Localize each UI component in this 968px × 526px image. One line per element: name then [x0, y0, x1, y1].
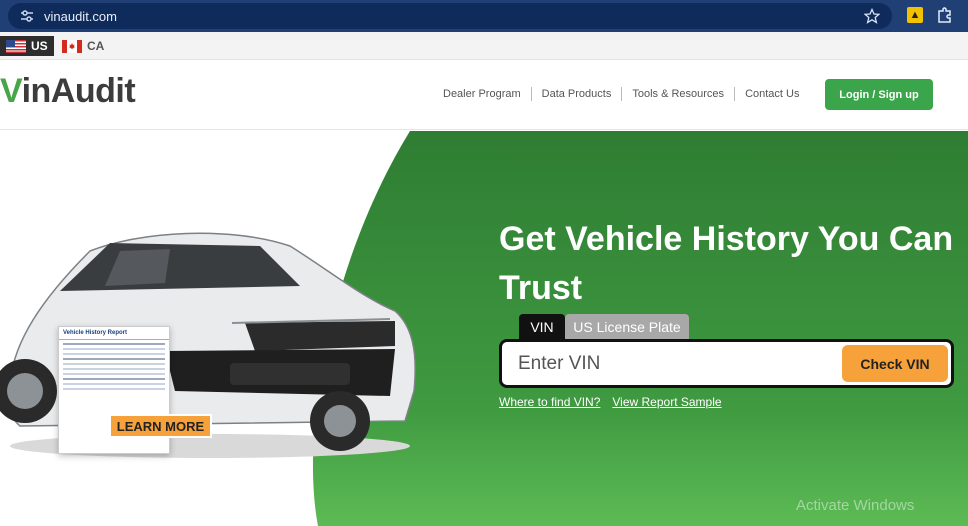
report-line [63, 368, 165, 370]
country-ca-label: CA [87, 39, 105, 53]
country-ca[interactable]: CA [56, 36, 110, 56]
extension-icon[interactable]: ▲ [907, 7, 923, 23]
where-to-find-vin-link[interactable]: Where to find VIN? [499, 395, 600, 409]
learn-more-button[interactable]: LEARN MORE [109, 414, 212, 438]
extensions-puzzle-icon[interactable] [936, 6, 954, 24]
address-bar[interactable]: vinaudit.com [8, 3, 892, 29]
report-line [63, 348, 165, 350]
country-selector-bar: US CA [0, 32, 968, 60]
country-us[interactable]: US [0, 36, 54, 56]
url-text[interactable]: vinaudit.com [44, 9, 117, 24]
report-line [63, 353, 165, 355]
report-line [63, 363, 165, 365]
tab-vin[interactable]: VIN [519, 314, 565, 339]
hero-section: Vehicle History Report LEARN MORE Get Ve… [0, 131, 968, 526]
main-nav: Dealer Program Data Products Tools & Res… [433, 87, 809, 101]
nav-data-products[interactable]: Data Products [532, 87, 623, 101]
view-report-sample-link[interactable]: View Report Sample [612, 395, 721, 409]
us-flag-icon [6, 39, 26, 53]
check-vin-button[interactable]: Check VIN [842, 345, 948, 382]
canada-flag-icon [62, 39, 82, 53]
nav-contact-us[interactable]: Contact Us [735, 87, 809, 101]
report-line [63, 358, 165, 360]
hero-links: Where to find VIN? View Report Sample [499, 395, 722, 409]
country-us-label: US [31, 39, 48, 53]
report-line [63, 378, 165, 380]
report-title: Vehicle History Report [59, 327, 169, 340]
report-line [63, 373, 165, 375]
tab-us-license-plate[interactable]: US License Plate [565, 314, 689, 339]
site-header: VinAudit Dealer Program Data Products To… [0, 60, 968, 130]
report-line [63, 388, 165, 390]
bookmark-star-icon[interactable] [864, 8, 880, 24]
report-line [63, 383, 165, 385]
activate-windows-watermark: Activate Windows [796, 497, 915, 514]
logo-text: inAudit [21, 72, 136, 110]
vin-search-box: Check VIN [499, 339, 954, 388]
vin-input[interactable] [518, 352, 828, 376]
login-signup-button[interactable]: Login / Sign up [825, 79, 933, 110]
logo-v: V [0, 72, 22, 110]
report-line [63, 343, 165, 345]
browser-toolbar: vinaudit.com ▲ [0, 0, 968, 32]
site-settings-icon[interactable] [20, 9, 34, 23]
hero-headline: Get Vehicle History You Can Trust [499, 220, 954, 307]
vinaudit-logo[interactable]: VinAudit [0, 72, 136, 111]
nav-tools-resources[interactable]: Tools & Resources [622, 87, 736, 101]
nav-dealer-program[interactable]: Dealer Program [433, 87, 532, 101]
